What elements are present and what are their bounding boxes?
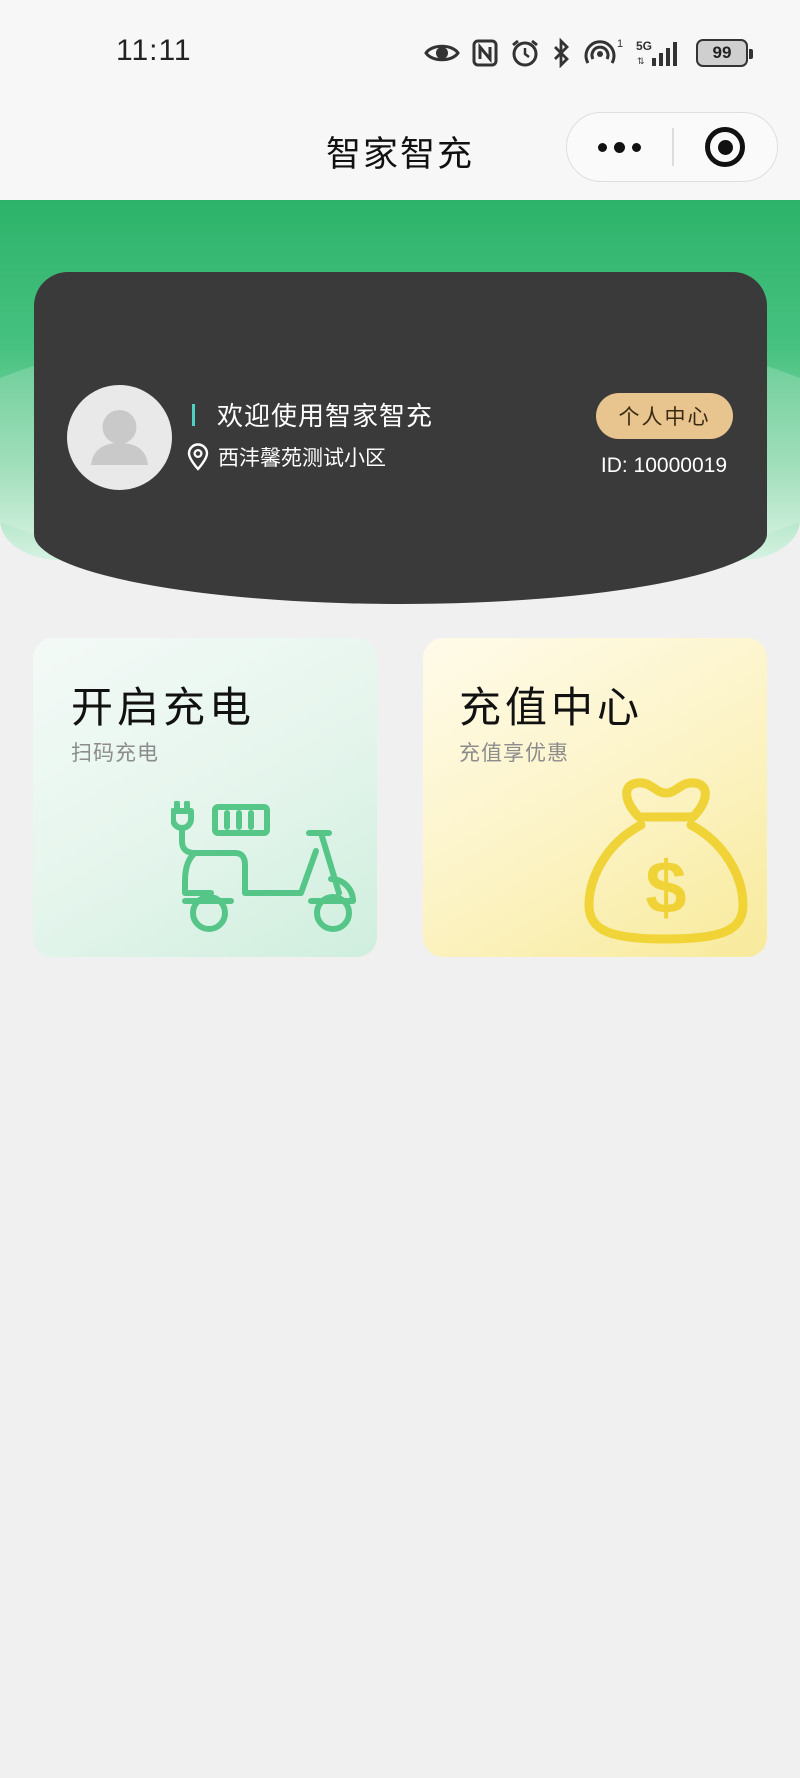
bluetooth-icon <box>554 38 569 68</box>
screen: 11:11 1 5G ⇅ 99 智家智充 欢迎使用智家智充 西沣馨苑测试小区 个… <box>0 0 800 1778</box>
nfc-icon <box>472 39 498 67</box>
svg-text:$: $ <box>645 846 686 929</box>
avatar[interactable] <box>67 385 172 490</box>
start-charging-card[interactable]: 开启充电 扫码充电 <box>33 638 377 957</box>
profile-center-button[interactable]: 个人中心 <box>596 393 733 439</box>
recharge-center-title: 充值中心 <box>459 683 644 732</box>
start-charging-subtitle: 扫码充电 <box>71 741 159 765</box>
recharge-center-subtitle: 充值享优惠 <box>459 741 569 765</box>
more-button[interactable] <box>567 113 672 181</box>
welcome-accent-bar <box>192 403 195 426</box>
alarm-icon <box>512 39 538 67</box>
location-row[interactable]: 西沣馨苑测试小区 <box>186 442 386 472</box>
welcome-text: 欢迎使用智家智充 <box>217 402 434 432</box>
status-time: 11:11 <box>116 34 192 67</box>
recharge-center-card[interactable]: 充值中心 充值享优惠 $ <box>423 638 767 957</box>
target-icon <box>705 127 746 167</box>
user-id: ID: 10000019 <box>600 454 727 477</box>
signal-sup: 1 <box>617 38 623 50</box>
scooter-charging-icon <box>171 801 356 932</box>
battery-level: 99 <box>712 43 732 62</box>
money-bag-icon: $ <box>584 778 748 944</box>
hotspot-icon: 1 <box>584 38 623 64</box>
eye-icon <box>424 44 460 62</box>
title-bar: 智家智充 <box>0 100 800 200</box>
location-text: 西沣馨苑测试小区 <box>218 446 386 470</box>
svg-text:⇅: ⇅ <box>637 56 645 66</box>
welcome-row: 欢迎使用智家智充 <box>192 396 433 433</box>
more-icon <box>598 142 607 152</box>
status-icons: 1 5G ⇅ 99 <box>424 36 753 70</box>
location-pin-icon <box>187 443 209 471</box>
battery-icon: 99 <box>696 39 753 67</box>
network-type: 5G <box>636 39 652 53</box>
status-bar: 11:11 1 5G ⇅ 99 <box>0 0 800 100</box>
signal-icon: 5G ⇅ <box>636 39 677 66</box>
close-miniprogram-button[interactable] <box>674 113 778 181</box>
user-card: 欢迎使用智家智充 西沣馨苑测试小区 个人中心 ID: 10000019 <box>34 272 767 604</box>
start-charging-title: 开启充电 <box>71 683 256 732</box>
miniprogram-capsule <box>566 112 778 182</box>
default-avatar-icon <box>91 410 148 465</box>
